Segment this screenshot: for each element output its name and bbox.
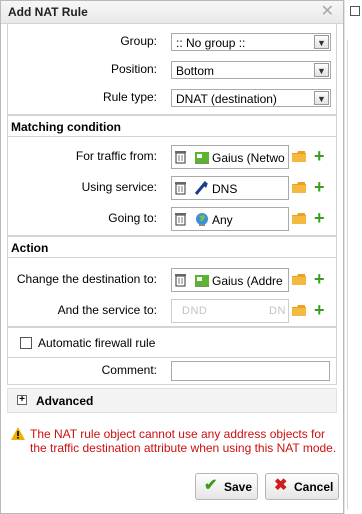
position-select[interactable]: Bottom ▼ bbox=[171, 61, 331, 79]
folder-icon[interactable] bbox=[292, 274, 306, 285]
advanced-section[interactable]: + Advanced bbox=[7, 388, 337, 413]
folder-icon[interactable] bbox=[292, 151, 306, 162]
folder-icon[interactable] bbox=[292, 213, 306, 224]
change-destination-label: Change the destination to: bbox=[16, 272, 157, 286]
service-object: DNS bbox=[212, 182, 238, 196]
going-to-field[interactable]: Any bbox=[171, 207, 289, 231]
dialog-title: Add NAT Rule bbox=[8, 5, 88, 19]
trash-icon[interactable] bbox=[175, 273, 186, 287]
chevron-down-icon: ▼ bbox=[314, 63, 329, 77]
background-divider bbox=[347, 40, 348, 510]
add-icon[interactable]: + bbox=[314, 301, 325, 319]
group-row: Group: :: No group :: ▼ bbox=[8, 28, 336, 56]
matching-panel: Matching condition For traffic from: Gai… bbox=[7, 115, 337, 236]
change-destination-object: Gaius (Addre bbox=[212, 274, 283, 288]
trash-icon[interactable] bbox=[175, 150, 186, 164]
cancel-button[interactable]: ✖ Cancel bbox=[265, 473, 339, 500]
service-field[interactable]: DNS bbox=[171, 176, 289, 200]
rule-type-value: DNAT (destination) bbox=[176, 92, 277, 106]
expand-icon[interactable]: + bbox=[17, 395, 27, 405]
action-panel: Action Change the destination to: Gaius … bbox=[7, 236, 337, 327]
folder-icon[interactable] bbox=[292, 305, 306, 316]
action-heading: Action bbox=[8, 236, 336, 258]
automatic-firewall-checkbox[interactable] bbox=[20, 337, 32, 349]
general-panel: Group: :: No group :: ▼ Position: Bottom… bbox=[7, 24, 337, 115]
position-row: Position: Bottom ▼ bbox=[8, 56, 336, 84]
service-to-field[interactable]: DND DN bbox=[171, 299, 289, 323]
background-window-edge bbox=[344, 0, 362, 514]
comment-row: Comment: bbox=[8, 357, 336, 385]
warning-icon bbox=[11, 427, 25, 440]
position-label: Position: bbox=[110, 62, 157, 76]
add-icon[interactable]: + bbox=[314, 270, 325, 288]
group-select[interactable]: :: No group :: ▼ bbox=[171, 33, 331, 51]
rule-type-row: Rule type: DNAT (destination) ▼ bbox=[8, 84, 336, 112]
change-destination-field[interactable]: Gaius (Addre bbox=[171, 268, 289, 292]
rule-type-select[interactable]: DNAT (destination) ▼ bbox=[171, 89, 331, 107]
add-icon[interactable]: + bbox=[314, 209, 325, 227]
add-nat-rule-dialog: Add NAT Rule ✕ Group: :: No group :: ▼ P… bbox=[0, 0, 344, 514]
close-icon[interactable]: ✕ bbox=[321, 3, 334, 21]
trash-icon[interactable] bbox=[175, 181, 186, 195]
advanced-label: Advanced bbox=[36, 394, 94, 408]
traffic-from-field[interactable]: Gaius (Netwo bbox=[171, 145, 289, 169]
going-to-object: Any bbox=[212, 213, 233, 227]
save-button[interactable]: ✔ Save bbox=[195, 473, 258, 500]
folder-icon[interactable] bbox=[292, 182, 306, 193]
background-checkbox[interactable] bbox=[350, 6, 360, 16]
traffic-from-row: For traffic from: Gaius (Netwo + bbox=[8, 143, 336, 171]
change-destination-row: Change the destination to: Gaius (Addre … bbox=[8, 266, 336, 294]
service-icon bbox=[194, 181, 208, 195]
network-object-icon bbox=[195, 152, 209, 164]
checkmark-icon: ✔ bbox=[204, 477, 218, 494]
comment-input[interactable] bbox=[171, 361, 330, 381]
group-label: Group: bbox=[120, 34, 157, 48]
traffic-from-label: For traffic from: bbox=[75, 149, 157, 163]
dialog-titlebar: Add NAT Rule ✕ bbox=[1, 1, 343, 24]
traffic-from-object: Gaius (Netwo bbox=[212, 151, 285, 165]
going-to-label: Going to: bbox=[108, 211, 157, 225]
chevron-down-icon: ▼ bbox=[314, 35, 329, 49]
warning-text: The NAT rule object cannot use any addre… bbox=[30, 427, 337, 455]
automatic-firewall-label: Automatic firewall rule bbox=[38, 336, 156, 350]
save-label: Save bbox=[224, 480, 253, 494]
rule-type-label: Rule type: bbox=[102, 90, 157, 104]
options-panel: Automatic firewall rule Comment: bbox=[7, 327, 337, 385]
service-to-label: And the service to: bbox=[57, 303, 157, 317]
add-icon[interactable]: + bbox=[314, 147, 325, 165]
service-row: Using service: DNS + bbox=[8, 174, 336, 202]
globe-icon bbox=[196, 213, 208, 226]
trash-icon[interactable] bbox=[175, 212, 186, 226]
cross-icon: ✖ bbox=[274, 477, 288, 494]
network-object-icon bbox=[195, 275, 209, 287]
add-icon[interactable]: + bbox=[314, 178, 325, 196]
automatic-firewall-row: Automatic firewall rule bbox=[8, 330, 336, 358]
service-label: Using service: bbox=[81, 180, 157, 194]
matching-heading: Matching condition bbox=[8, 115, 336, 137]
cancel-label: Cancel bbox=[294, 480, 334, 494]
position-value: Bottom bbox=[176, 64, 215, 78]
chevron-down-icon: ▼ bbox=[314, 91, 329, 105]
service-to-row: And the service to: DND DN + bbox=[8, 297, 336, 325]
service-to-placeholder-left: DND bbox=[182, 305, 208, 317]
going-to-row: Going to: Any + bbox=[8, 205, 336, 233]
service-to-placeholder-right: DN bbox=[269, 305, 286, 317]
group-value: :: No group :: bbox=[176, 36, 246, 50]
comment-label: Comment: bbox=[101, 363, 157, 377]
